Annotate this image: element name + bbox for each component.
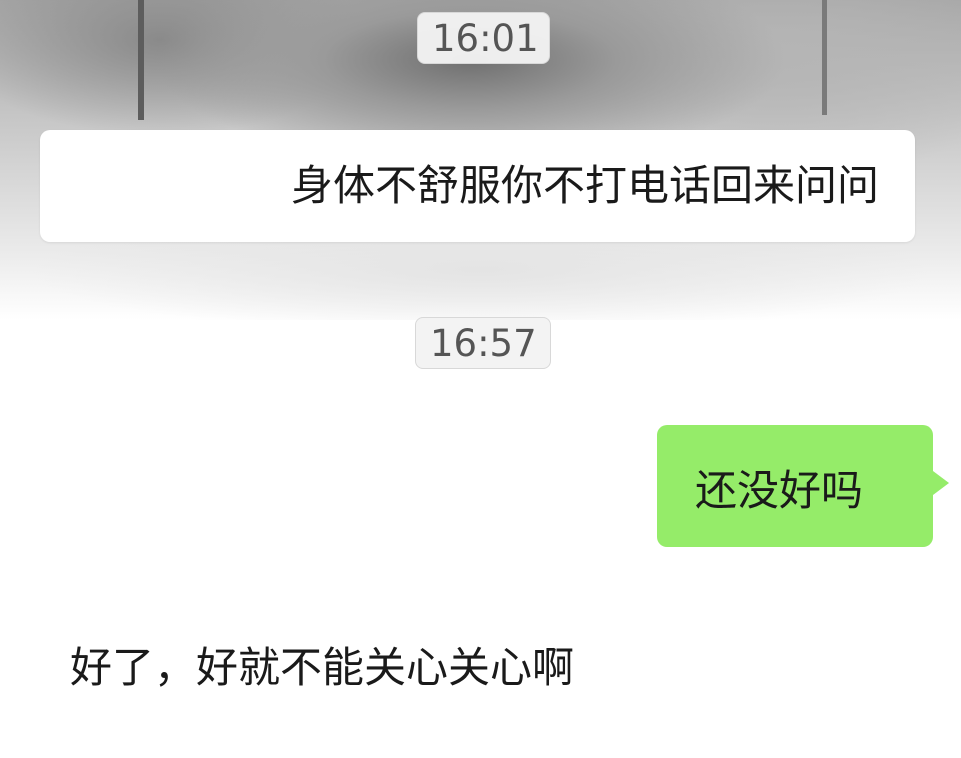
sent-message-bubble[interactable]: 还没好吗 (657, 425, 949, 547)
message-text: 还没好吗 (695, 466, 864, 515)
bubble-tail (933, 471, 949, 495)
message-text: 好了，好就不能关心关心啊 (70, 643, 575, 692)
background-pole (138, 0, 144, 120)
message-text: 身体不舒服你不打电话回来问问 (290, 161, 879, 210)
received-message-bubble[interactable]: 身体不舒服你不打电话回来问问 (40, 130, 915, 242)
timestamp: 16:57 (415, 317, 551, 369)
timestamp: 16:01 (417, 12, 550, 64)
received-message-bubble[interactable]: 好了，好就不能关心关心啊 (70, 634, 770, 694)
chat-view: 16:01 身体不舒服你不打电话回来问问 16:57 还没好吗 好了，好就不能关… (0, 0, 961, 758)
background-pole (822, 0, 827, 115)
